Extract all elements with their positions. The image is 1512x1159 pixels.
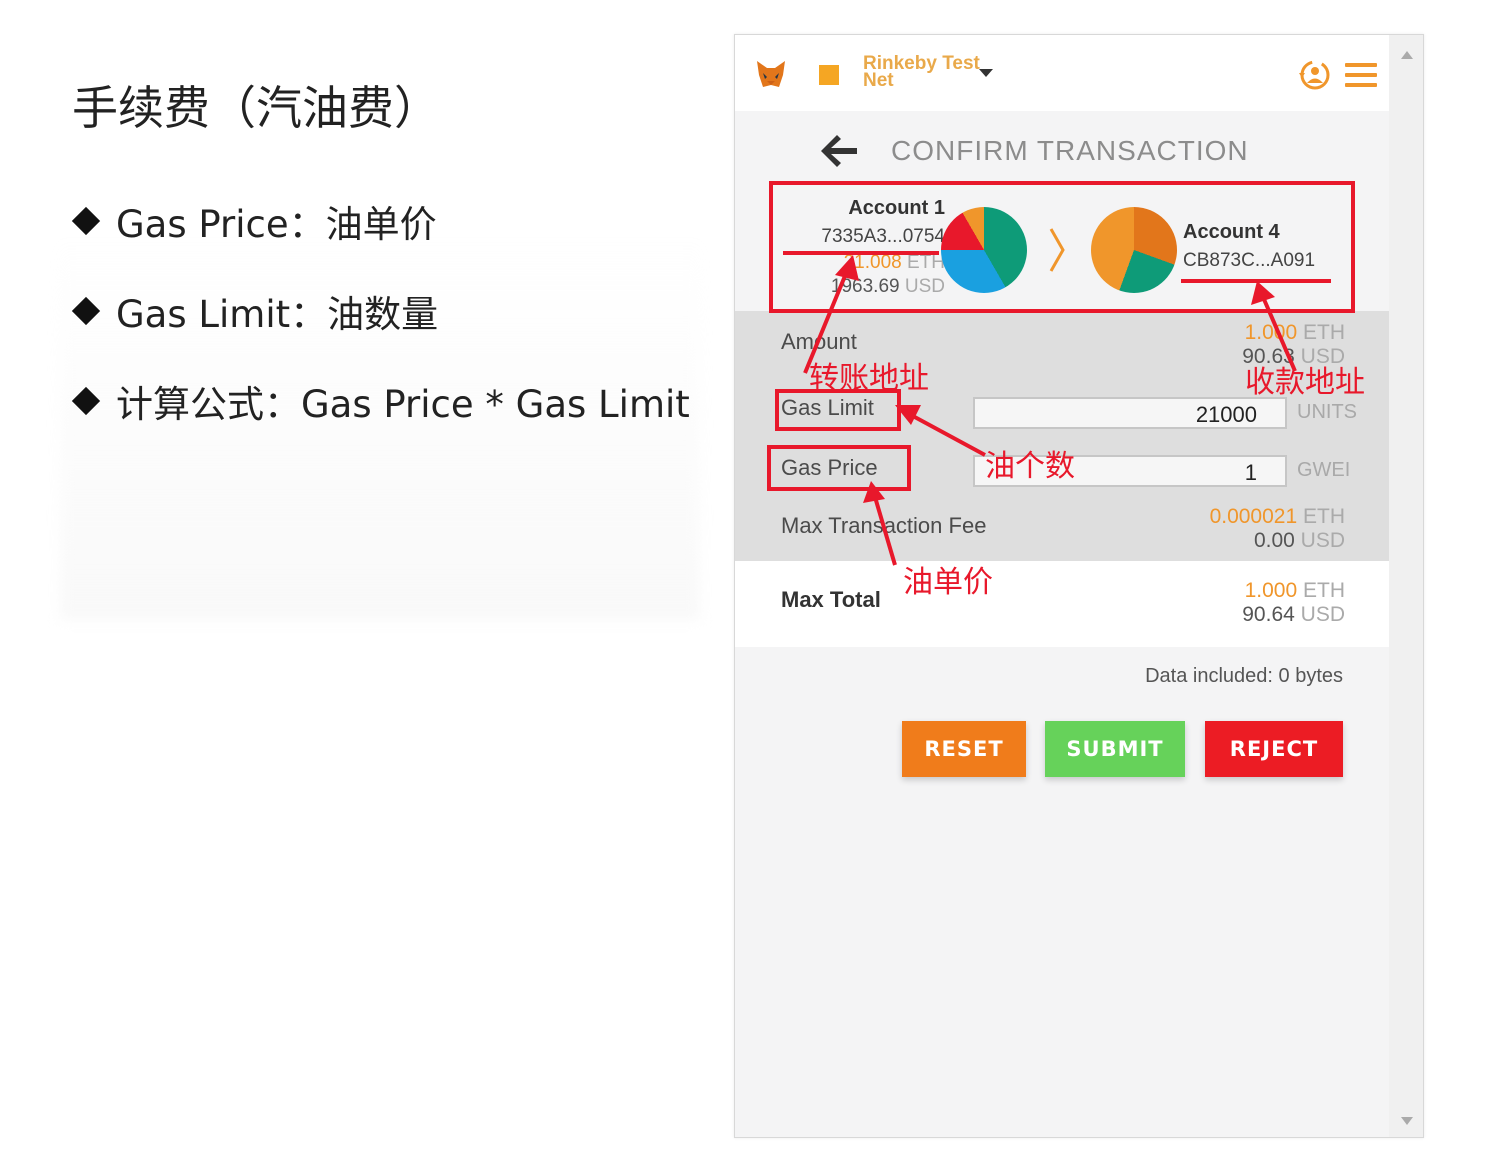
reset-button[interactable]: RESET bbox=[902, 721, 1026, 777]
back-arrow-icon[interactable] bbox=[819, 133, 859, 169]
accounts-highlight-box bbox=[769, 181, 1355, 313]
gas-limit-input[interactable]: 21000 bbox=[973, 397, 1287, 429]
max-total-usd: 90.64 USD bbox=[1242, 603, 1345, 626]
reject-button[interactable]: REJECT bbox=[1205, 721, 1343, 777]
submit-button[interactable]: SUBMIT bbox=[1045, 721, 1185, 777]
max-total-label: Max Total bbox=[781, 587, 881, 612]
from-address-annotation: 转账地址 bbox=[809, 361, 929, 396]
bullet-text: Gas Limit：油数量 bbox=[116, 293, 439, 336]
amount-eth: 1.000 ETH bbox=[1244, 321, 1345, 344]
popup-header: Rinkeby Test Net bbox=[735, 35, 1389, 111]
gas-limit-annotation: 油个数 bbox=[985, 449, 1075, 484]
account-icon[interactable] bbox=[1297, 57, 1333, 93]
bullet-item: 计算公式：Gas Price * Gas Limit bbox=[68, 372, 690, 430]
diamond-bullet-icon bbox=[71, 296, 101, 326]
gas-price-highlight-box bbox=[767, 445, 911, 491]
gas-limit-unit: UNITS bbox=[1297, 401, 1357, 423]
max-fee-eth: 0.000021 ETH bbox=[1209, 505, 1345, 528]
max-fee-usd: 0.00 USD bbox=[1253, 529, 1345, 552]
bullet-item: Gas Limit：油数量 bbox=[68, 282, 690, 340]
to-address-annotation: 收款地址 bbox=[1245, 365, 1365, 400]
data-included-text: Data included: 0 bytes bbox=[1145, 665, 1343, 687]
bullet-list: Gas Price：油单价 Gas Limit：油数量 计算公式：Gas Pri… bbox=[68, 192, 690, 462]
bullet-text: 计算公式：Gas Price * Gas Limit bbox=[116, 383, 690, 426]
caret-down-icon[interactable] bbox=[979, 69, 993, 77]
page-title: CONFIRM TRANSACTION bbox=[891, 135, 1249, 166]
metamask-fox-icon[interactable] bbox=[755, 59, 787, 89]
metamask-popup: Rinkeby Test Net CONFIRM TRANSACTION Acc… bbox=[734, 34, 1424, 1138]
diamond-bullet-icon bbox=[71, 206, 101, 236]
network-name[interactable]: Rinkeby Test Net bbox=[863, 54, 983, 90]
max-fee-label: Max Transaction Fee bbox=[781, 513, 987, 538]
hamburger-menu-icon[interactable] bbox=[1345, 63, 1377, 87]
bullet-item: Gas Price：油单价 bbox=[68, 192, 690, 250]
max-total-eth: 1.000 ETH bbox=[1244, 579, 1345, 602]
gas-price-unit: GWEI bbox=[1297, 459, 1351, 481]
network-status-dot[interactable] bbox=[819, 65, 839, 85]
scroll-down-arrow-icon[interactable] bbox=[1401, 1117, 1413, 1125]
amount-label: Amount bbox=[781, 329, 857, 354]
slide-title: 手续费（汽油费） bbox=[72, 81, 440, 135]
scrollbar[interactable] bbox=[1389, 35, 1423, 1137]
bullet-text: Gas Price：油单价 bbox=[116, 203, 437, 246]
gas-price-annotation: 油单价 bbox=[903, 565, 993, 600]
scroll-up-arrow-icon[interactable] bbox=[1401, 51, 1413, 59]
diamond-bullet-icon bbox=[71, 386, 101, 416]
